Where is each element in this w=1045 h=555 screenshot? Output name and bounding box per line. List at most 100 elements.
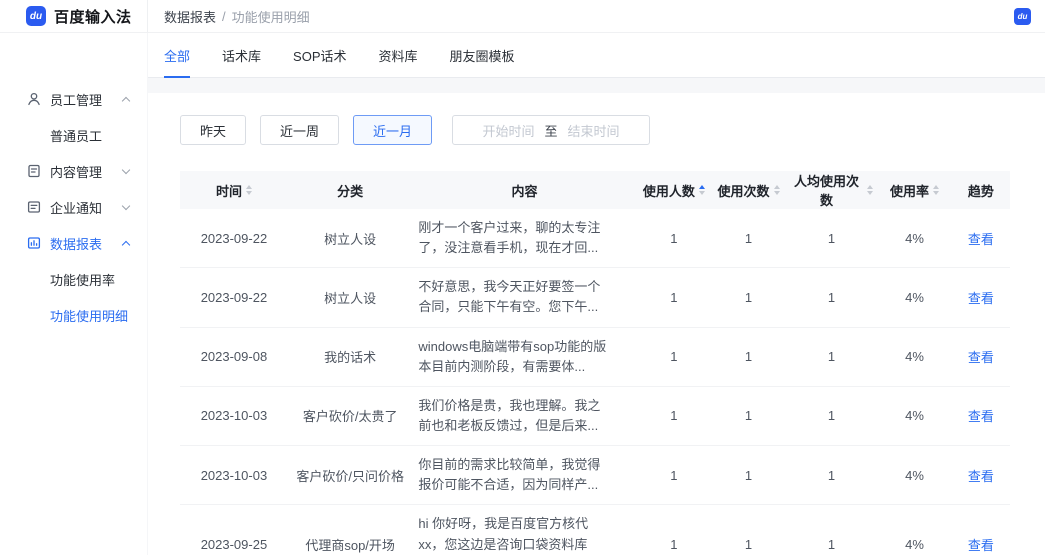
tab-script-library[interactable]: 话术库 [222,33,261,77]
cell-content: 我们价格是贵，我也理解。我之前也和老板反馈过，但是后来... [412,386,636,445]
table-row: 2023-09-22 树立人设 不好意思，我今天正好要签一个合同，只能下午有空。… [180,268,1010,327]
cell-rate: 4% [877,209,952,268]
sidebar: 员工管理 普通员工 内容管理 [0,33,148,555]
cell-category: 树立人设 [288,268,413,327]
content-divider [148,78,1045,93]
sidebar-item-label: 员工管理 [50,90,123,109]
sidebar-item-label: 内容管理 [50,162,123,181]
table-header-row: 时间 分类 内容 使用人数 [180,171,1010,209]
cell-time: 2023-09-22 [180,268,288,327]
filter-week-button[interactable]: 近一周 [260,115,339,145]
tab-moments-template[interactable]: 朋友圈模板 [450,33,515,77]
breadcrumb-separator: / [222,9,226,24]
table-row: 2023-09-08 我的话术 windows电脑端带有sop功能的版本目前内测… [180,327,1010,386]
cell-uses: 1 [711,268,786,327]
view-link[interactable]: 查看 [968,409,994,424]
sidebar-item-content-management[interactable]: 内容管理 [0,153,147,189]
cell-users: 1 [637,446,712,505]
user-icon [26,91,42,107]
cell-users: 1 [637,209,712,268]
cell-category: 代理商sop/开场 [288,505,413,555]
filter-month-button[interactable]: 近一月 [353,115,432,145]
cell-rate: 4% [877,505,952,555]
sidebar-item-label: 数据报表 [50,234,123,253]
cell-uses: 1 [711,209,786,268]
column-header-trend: 趋势 [952,171,1010,209]
cell-category: 我的话术 [288,327,413,386]
content-card: 昨天 近一周 近一月 开始时间 至 结束时间 [148,93,1045,555]
cell-uses: 1 [711,505,786,555]
cell-content: 你目前的需求比较简单，我觉得报价可能不合适，因为同样产... [412,446,636,505]
column-header-uses[interactable]: 使用次数 [711,171,786,209]
column-header-content: 内容 [412,171,636,209]
cell-users: 1 [637,505,712,555]
sort-icon[interactable] [933,185,939,195]
table-row: 2023-09-22 树立人设 刚才一个客户过来，聊的太专注了，没注意看手机，现… [180,209,1010,268]
breadcrumb-section[interactable]: 数据报表 [164,7,216,26]
cell-rate: 4% [877,386,952,445]
column-header-rate[interactable]: 使用率 [877,171,952,209]
cell-per-capita: 1 [786,327,877,386]
tab-material-library[interactable]: 资料库 [379,33,418,77]
sidebar-item-regular-employee[interactable]: 普通员工 [0,117,147,153]
column-header-category: 分类 [288,171,413,209]
filter-yesterday-button[interactable]: 昨天 [180,115,246,145]
cell-content: hi 你好呀，我是百度官方核代xx，您这边是咨询口袋资料库这... [412,505,636,555]
column-header-time[interactable]: 时间 [180,171,288,209]
chevron-up-icon [122,96,130,104]
tab-sop-script[interactable]: SOP话术 [293,33,346,77]
cell-rate: 4% [877,327,952,386]
cell-per-capita: 1 [786,209,877,268]
cell-content: 不好意思，我今天正好要签一个合同，只能下午有空。您下午... [412,268,636,327]
cell-time: 2023-10-03 [180,446,288,505]
cell-per-capita: 1 [786,446,877,505]
sidebar-item-enterprise-notice[interactable]: 企业通知 [0,189,147,225]
cell-users: 1 [637,327,712,386]
column-header-users[interactable]: 使用人数 [637,171,712,209]
cell-rate: 4% [877,446,952,505]
cell-time: 2023-09-22 [180,209,288,268]
cell-category: 客户砍价/太贵了 [288,386,413,445]
cell-category: 客户砍价/只问价格 [288,446,413,505]
end-date-placeholder: 结束时间 [568,121,620,140]
table-row: 2023-10-03 客户砍价/只问价格 你目前的需求比较简单，我觉得报价可能不… [180,446,1010,505]
sort-icon[interactable] [867,185,873,195]
start-date-placeholder: 开始时间 [483,121,535,140]
column-header-per-capita[interactable]: 人均使用次数 [786,171,877,209]
cell-category: 树立人设 [288,209,413,268]
sort-icon[interactable] [774,185,780,195]
cell-uses: 1 [711,386,786,445]
top-bar: du 百度输入法 数据报表 / 功能使用明细 du [0,0,1045,33]
sidebar-item-data-report[interactable]: 数据报表 [0,225,147,261]
main-content: 全部 话术库 SOP话术 资料库 朋友圈模板 昨天 近一周 近一月 开始时间 至… [148,33,1045,555]
cell-time: 2023-10-03 [180,386,288,445]
cell-users: 1 [637,386,712,445]
app-window: du 百度输入法 数据报表 / 功能使用明细 du 员工管理 普通员工 [0,0,1045,555]
cell-per-capita: 1 [786,505,877,555]
app-logo: du 百度输入法 [0,0,148,32]
view-link[interactable]: 查看 [968,291,994,306]
sort-icon[interactable] [699,185,705,195]
table-row: 2023-09-25 代理商sop/开场 hi 你好呀，我是百度官方核代xx，您… [180,505,1010,555]
cell-uses: 1 [711,327,786,386]
sort-icon[interactable] [246,185,252,195]
sidebar-item-feature-usage-rate[interactable]: 功能使用率 [0,261,147,297]
cell-time: 2023-09-25 [180,505,288,555]
breadcrumb: 数据报表 / 功能使用明细 [164,7,310,26]
view-link[interactable]: 查看 [968,232,994,247]
sidebar-item-feature-usage-detail[interactable]: 功能使用明细 [0,297,147,333]
logo-icon: du [26,6,46,26]
date-range-separator: 至 [545,121,558,140]
sidebar-item-employee-management[interactable]: 员工管理 [0,81,147,117]
report-icon [26,235,42,251]
cell-content: windows电脑端带有sop功能的版本目前内测阶段，有需要体... [412,327,636,386]
view-link[interactable]: 查看 [968,469,994,484]
user-avatar[interactable]: du [1014,8,1031,25]
cell-per-capita: 1 [786,386,877,445]
date-range-picker[interactable]: 开始时间 至 结束时间 [452,115,650,145]
view-link[interactable]: 查看 [968,350,994,365]
view-link[interactable]: 查看 [968,538,994,553]
tab-all[interactable]: 全部 [164,33,190,77]
tab-bar: 全部 话术库 SOP话术 资料库 朋友圈模板 [148,33,1045,78]
notice-icon [26,199,42,215]
